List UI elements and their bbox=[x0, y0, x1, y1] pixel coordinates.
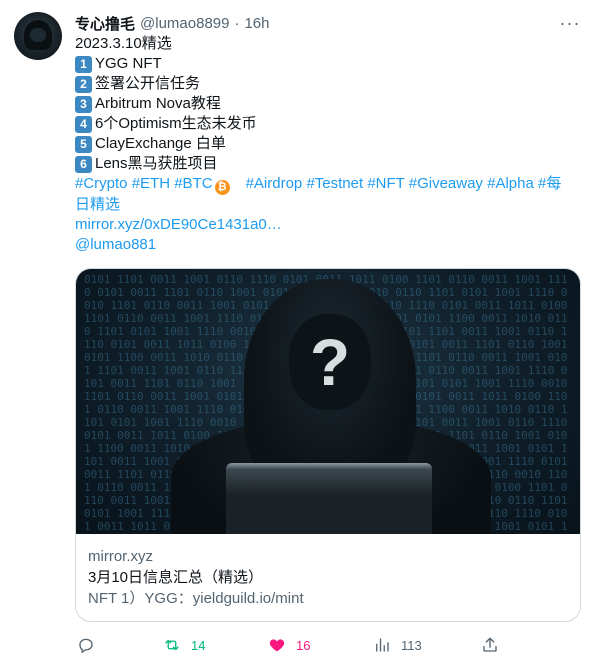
like-count: 16 bbox=[296, 637, 311, 653]
hashtag-daily-pick-cont[interactable]: 日精选 bbox=[75, 196, 120, 213]
hashtag-daily-pick[interactable]: #每 bbox=[538, 175, 561, 192]
list-item: 1 YGG NFT bbox=[75, 54, 585, 74]
card-title: 3月10日信息汇总（精选） bbox=[88, 569, 264, 586]
list-item: 3 Arbitrum Nova教程 bbox=[75, 94, 585, 114]
more-dots-icon[interactable]: ··· bbox=[559, 12, 581, 34]
timestamp[interactable]: 16h bbox=[244, 15, 269, 32]
like-button[interactable]: 16 bbox=[268, 632, 310, 658]
link-preview-card[interactable]: 0101 1101 0011 1001 0110 1110 0101 0011 … bbox=[75, 268, 581, 622]
reply-icon bbox=[79, 638, 93, 654]
list-item: 4 6个Optimism生态未发币 bbox=[75, 114, 585, 134]
card-image[interactable]: 0101 1101 0011 1001 0110 1110 0101 0011 … bbox=[76, 269, 580, 534]
hashtag-airdrop[interactable]: #Airdrop bbox=[246, 175, 303, 192]
list-item-text: ClayExchange 白单 bbox=[95, 135, 226, 152]
laptop-icon bbox=[226, 463, 432, 534]
author-handle[interactable]: @lumao8899 bbox=[140, 15, 229, 32]
heart-icon bbox=[269, 639, 285, 652]
list-item-text: 6个Optimism生态未发币 bbox=[95, 115, 257, 132]
share-icon bbox=[483, 637, 497, 652]
card-meta: mirror.xyz 3月10日信息汇总（精选） NFT 1）YGG：yield… bbox=[76, 534, 580, 609]
avatar[interactable] bbox=[14, 12, 62, 60]
bitcoin-icon: ₿ bbox=[214, 180, 230, 195]
views-chart-icon bbox=[376, 638, 389, 652]
tweet: 专心撸毛 @lumao8899 · 16h ··· 2023.3.10精选 1 … bbox=[0, 0, 597, 669]
keycap-2-icon: 2 bbox=[75, 75, 92, 93]
hashtag-nft[interactable]: #NFT bbox=[367, 175, 404, 192]
keycap-5-icon: 5 bbox=[75, 135, 92, 153]
hashtags: #Crypto #ETH #BTC ₿ #Airdrop #Testnet #NFT… bbox=[75, 174, 585, 215]
tweet-header: 专心撸毛 @lumao8899 · 16h bbox=[75, 13, 557, 33]
mirror-link[interactable]: mirror.xyz/0xDE90Ce1431a0… bbox=[75, 215, 585, 235]
retweet-icon bbox=[165, 639, 179, 651]
keycap-4-icon: 4 bbox=[75, 115, 92, 133]
action-bar: 14 16 113 bbox=[75, 632, 505, 658]
retweet-button[interactable]: 14 bbox=[163, 632, 205, 658]
share-button[interactable] bbox=[481, 632, 499, 658]
hashtag-crypto[interactable]: #Crypto bbox=[75, 175, 128, 192]
question-mark-icon: ? bbox=[289, 314, 371, 410]
separator-dot: · bbox=[234, 14, 240, 32]
tweet-text: 2023.3.10精选 1 YGG NFT 2 签署公开信任务 3 Arbitr… bbox=[75, 34, 585, 255]
list-item: 5 ClayExchange 白单 bbox=[75, 134, 585, 154]
keycap-6-icon: 6 bbox=[75, 155, 92, 173]
hashtag-eth[interactable]: #ETH bbox=[132, 175, 170, 192]
list-item: 2 签署公开信任务 bbox=[75, 74, 585, 94]
hashtag-btc[interactable]: #BTC bbox=[174, 175, 212, 192]
retweet-count: 14 bbox=[191, 637, 206, 653]
reply-button[interactable] bbox=[77, 632, 105, 658]
author-name[interactable]: 专心撸毛 bbox=[75, 13, 135, 34]
keycap-1-icon: 1 bbox=[75, 55, 92, 73]
keycap-3-icon: 3 bbox=[75, 95, 92, 113]
hashtag-alpha[interactable]: #Alpha bbox=[487, 175, 534, 192]
hashtag-testnet[interactable]: #Testnet bbox=[306, 175, 363, 192]
list-item-text: YGG NFT bbox=[95, 55, 162, 72]
card-domain: mirror.xyz bbox=[88, 548, 153, 565]
views-count: 113 bbox=[401, 637, 422, 653]
list-item: 6 Lens黑马获胜项目 bbox=[75, 154, 585, 174]
list-item-text: 签署公开信任务 bbox=[95, 75, 201, 92]
hashtag-giveaway[interactable]: #Giveaway bbox=[409, 175, 483, 192]
date-line: 2023.3.10精选 bbox=[75, 35, 172, 52]
mention-link[interactable]: @lumao881 bbox=[75, 235, 585, 255]
list-item-text: Arbitrum Nova教程 bbox=[95, 95, 221, 112]
views-button[interactable]: 113 bbox=[373, 632, 422, 658]
list-item-text: Lens黑马获胜项目 bbox=[95, 155, 218, 172]
card-description: NFT 1）YGG：yieldguild.io/mint bbox=[88, 590, 304, 607]
